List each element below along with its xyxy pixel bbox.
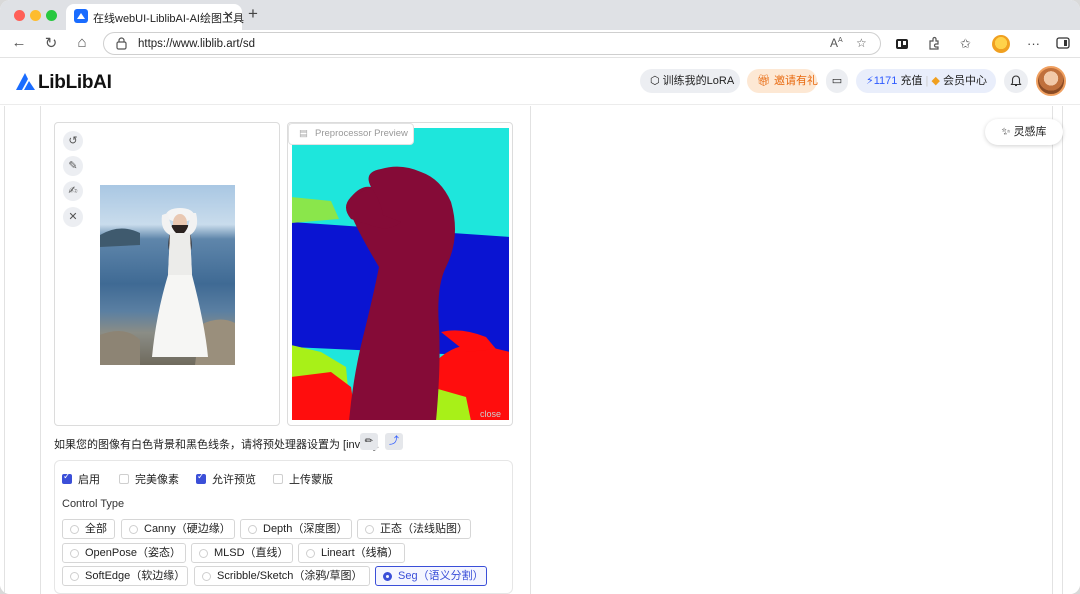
favorite-star-icon[interactable]: ☆ (856, 36, 867, 50)
preview-label: ▤ Preprocessor Preview (288, 123, 414, 145)
recharge-link[interactable]: 充值 (900, 75, 922, 87)
allow-preview-label: 允许预览 (212, 474, 256, 486)
preprocessor-preview-panel: ▤ Preprocessor Preview close (287, 122, 513, 426)
lock-icon (116, 37, 127, 53)
credits-count: 1171 (873, 75, 898, 87)
edit-image-icon[interactable]: ✏ (360, 433, 378, 450)
upload-mask-label: 上传蒙版 (289, 474, 333, 486)
train-lora-label: 训练我的LoRA (662, 75, 735, 87)
credits-bar: ⚡1171 充值 | ◆ 会员中心 (856, 69, 996, 93)
upload-mask-checkbox[interactable]: 上传蒙版 (273, 471, 333, 487)
control-type-option[interactable]: SoftEdge（软边缘） (62, 566, 188, 586)
checkbox-checked-icon (196, 471, 206, 484)
control-type-option-selected[interactable]: Seg（语义分割） (375, 566, 487, 586)
pixel-perfect-checkbox[interactable]: 完美像素 (119, 471, 179, 487)
tab-close-icon[interactable]: ✕ (223, 8, 234, 24)
liblib-favicon-icon (74, 9, 88, 23)
logo-text: LibLibAI (38, 72, 112, 93)
member-center-link[interactable]: 会员中心 (943, 75, 987, 87)
control-type-option[interactable]: Scribble/Sketch（涂鸦/草图） (194, 566, 370, 586)
control-type-option[interactable]: 全部 (62, 519, 115, 539)
divider (40, 106, 41, 594)
pixel-perfect-label: 完美像素 (135, 474, 179, 486)
gift-icon: 🎁︎ (757, 75, 771, 87)
controlnet-settings: 启用 完美像素 允许预览 上传蒙版 Control Type 全部 Canny（… (54, 460, 513, 594)
invert-hint-text: 如果您的图像有白色背景和黑色线条，请将预处理器设置为 [invert]. (54, 439, 380, 451)
enable-checkbox[interactable]: 启用 (62, 471, 100, 487)
back-arrow-icon[interactable]: ← (10, 34, 28, 51)
send-image-icon[interactable]: ⤴ (385, 433, 403, 450)
profile-avatar-icon[interactable] (992, 35, 1010, 53)
divider: | (925, 75, 929, 87)
notification-bell-icon[interactable] (1004, 69, 1028, 93)
preview-close-link[interactable]: close (480, 409, 501, 419)
url-field[interactable]: https://www.liblib.art/sd AA ☆ (103, 32, 881, 55)
new-tab-button[interactable]: + (248, 4, 258, 24)
control-type-option[interactable]: 正态（法线贴图） (357, 519, 471, 539)
control-type-option[interactable]: MLSD（直线） (191, 543, 293, 563)
close-window-button[interactable] (14, 10, 25, 21)
folder-icon: ▭ (831, 75, 843, 87)
sparkle-icon: ✨︎ (1001, 126, 1011, 138)
allow-preview-checkbox[interactable]: 允许预览 (196, 471, 256, 487)
maximize-window-button[interactable] (46, 10, 57, 21)
input-photo (100, 185, 235, 365)
lightning-icon: ⚡ (866, 75, 874, 87)
user-avatar[interactable] (1036, 66, 1066, 96)
train-lora-button[interactable]: ⬡ 训练我的LoRA (640, 69, 740, 93)
extension-icon[interactable] (894, 36, 910, 52)
home-icon[interactable]: ⌂ (73, 34, 91, 51)
invite-label: 邀请有礼 (774, 75, 819, 87)
segmentation-map (291, 127, 510, 421)
reload-icon[interactable]: ↻ (42, 34, 60, 52)
control-type-option[interactable]: Lineart（线稿） (298, 543, 405, 563)
liblib-logo[interactable]: LibLibAI (14, 70, 112, 94)
checkbox-checked-icon (62, 471, 72, 484)
tab-title: 在线webUI-LiblibAI-AI绘图工具 (93, 13, 244, 25)
diamond-icon: ◆ (931, 75, 940, 87)
liblib-logo-icon (16, 73, 35, 90)
control-type-option[interactable]: OpenPose（姿态） (62, 543, 186, 563)
folder-button[interactable]: ▭ (826, 69, 848, 93)
undo-icon[interactable]: ↺ (63, 131, 83, 151)
divider (530, 106, 531, 594)
more-menu-icon[interactable]: ··· (1027, 36, 1043, 52)
puzzle-extensions-icon[interactable] (926, 36, 942, 52)
cube-icon: ⬡ (650, 75, 660, 87)
site-header: LibLibAI ⬡ 训练我的LoRA 🎁︎ 邀请有礼 ▭ ⚡1171 充值 |… (0, 58, 1080, 105)
inspiration-label: 灵感库 (1013, 126, 1047, 138)
control-type-option[interactable]: Depth（深度图） (240, 519, 352, 539)
checkbox-unchecked-icon (273, 474, 283, 484)
divider (4, 106, 5, 594)
edit-pencil-icon[interactable]: ✎ (63, 156, 83, 176)
enable-label: 启用 (78, 474, 100, 486)
sidebar-toggle-icon[interactable] (1056, 36, 1072, 52)
browser-tab[interactable]: 在线webUI-LiblibAI-AI绘图工具 ✕ (66, 4, 244, 30)
url-text: https://www.liblib.art/sd (138, 38, 255, 50)
image-icon: ▤ (299, 128, 308, 139)
favorites-list-icon[interactable]: ✩ (960, 36, 976, 52)
input-image-panel[interactable]: ↺ ✎ ✍ ✕ (54, 122, 280, 426)
read-aloud-icon[interactable]: AA (830, 36, 843, 50)
clear-close-icon[interactable]: ✕ (63, 207, 83, 227)
main-content: ↺ ✎ ✍ ✕ ▤ Preprocessor Preview close ✨︎ … (0, 106, 1080, 594)
divider (1062, 106, 1063, 594)
divider (1052, 106, 1053, 594)
minimize-window-button[interactable] (30, 10, 41, 21)
brush-icon[interactable]: ✍ (63, 181, 83, 201)
control-type-option[interactable]: Canny（硬边缘） (121, 519, 235, 539)
inspiration-library-button[interactable]: ✨︎ 灵感库 (985, 119, 1063, 145)
tab-bar: 在线webUI-LiblibAI-AI绘图工具 ✕ + (0, 0, 1080, 30)
invite-button[interactable]: 🎁︎ 邀请有礼 (747, 69, 819, 93)
checkbox-unchecked-icon (119, 474, 129, 484)
browser-window: 在线webUI-LiblibAI-AI绘图工具 ✕ + ← ↻ ⌂ https:… (0, 0, 1080, 594)
preview-label-text: Preprocessor Preview (315, 128, 408, 139)
control-type-label: Control Type (62, 498, 125, 510)
address-bar: ← ↻ ⌂ https://www.liblib.art/sd AA ☆ ✩ ·… (0, 30, 1080, 58)
